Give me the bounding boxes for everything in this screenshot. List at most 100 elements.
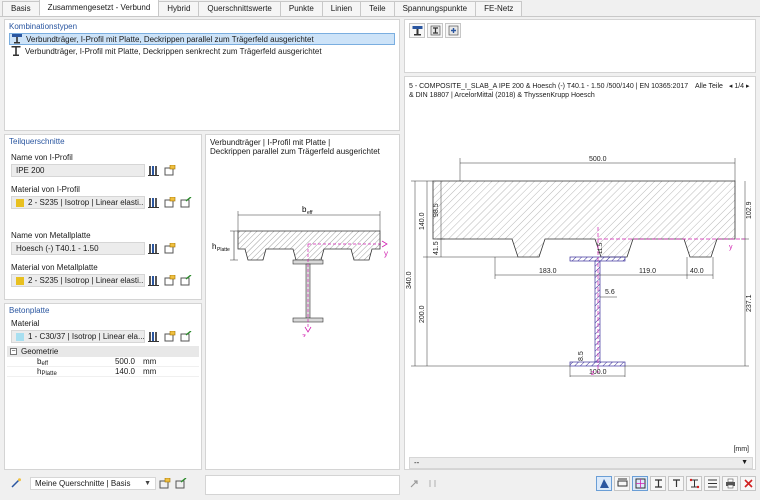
mat-blech-value: 2 - S235 | Isotrop | Linear elasti... xyxy=(28,276,145,285)
slab-shape xyxy=(432,180,736,258)
show-centroid-button[interactable] xyxy=(632,476,648,491)
tab-spannungspunkte[interactable]: Spannungspunkte xyxy=(393,1,477,16)
add-part-button[interactable] xyxy=(445,23,461,38)
rotate-icon-button[interactable] xyxy=(424,476,440,491)
library-button[interactable] xyxy=(147,196,161,209)
collapse-icon[interactable]: − xyxy=(10,348,17,355)
mat-iprofil-select[interactable]: 2 - S235 | Isotrop | Linear elasti... ▼ xyxy=(11,196,145,209)
hplatte-value[interactable]: 140.0 xyxy=(83,367,139,376)
edit-button[interactable] xyxy=(163,242,177,255)
beff-unit: mm xyxy=(143,357,157,366)
dim-500: 500.0 xyxy=(589,156,607,163)
new-button[interactable] xyxy=(163,274,177,287)
kombi-item-senkrecht[interactable]: Verbundträger, I-Profil mit Platte, Deck… xyxy=(9,45,395,57)
composite-beam-icon xyxy=(12,34,22,44)
edit-button[interactable] xyxy=(179,196,193,209)
tab-querschnittswerte[interactable]: Querschnittswerte xyxy=(198,1,281,16)
drawing-select[interactable]: -- ▼ xyxy=(409,457,753,469)
beff-sub: eff xyxy=(307,210,313,216)
geometrie-header[interactable]: − Geometrie xyxy=(7,346,199,357)
i-profile-button[interactable] xyxy=(427,23,443,38)
drawing-select-value: -- xyxy=(414,458,420,467)
web xyxy=(594,260,601,363)
mat-blech-select[interactable]: 2 - S235 | Isotrop | Linear elasti... ▼ xyxy=(11,274,145,287)
name-blech-label: Name von Metallplatte xyxy=(11,231,91,240)
dim-41-5: 41.5 xyxy=(433,241,440,255)
show-t-button[interactable] xyxy=(668,476,684,491)
dim-200: 200.0 xyxy=(419,305,426,323)
mat-blech-label: Material von Metallplatte xyxy=(11,263,98,272)
schema-caption-line1: Verbundträger | I-Profil mit Platte | xyxy=(210,138,331,147)
library-icon xyxy=(148,332,159,342)
library-icon xyxy=(148,166,159,176)
dim-102-9: 102.9 xyxy=(746,201,753,219)
edit-section-icon xyxy=(164,243,176,254)
stress-points-icon xyxy=(689,478,699,489)
grid-button[interactable] xyxy=(704,476,720,491)
centroid-icon xyxy=(635,478,645,489)
edit-section-icon xyxy=(164,165,176,176)
dim-11-5: 11.5 xyxy=(598,242,604,254)
composite-beam-icon xyxy=(11,46,21,56)
tab-punkte[interactable]: Punkte xyxy=(279,1,323,16)
beton-mat-select[interactable]: 1 - C30/37 | Isotrop | Linear ela... ▼ xyxy=(11,330,145,343)
new-material-icon xyxy=(164,275,176,286)
betonplatte-panel: Betonplatte Material 1 - C30/37 | Isotro… xyxy=(4,303,202,470)
new-button[interactable] xyxy=(163,196,177,209)
zoom-icon-button[interactable] xyxy=(406,476,422,491)
mat-iprofil-value: 2 - S235 | Isotrop | Linear elasti... xyxy=(28,198,145,207)
section-wizard-button[interactable] xyxy=(8,477,24,490)
teilquerschnitte-panel: Teilquerschnitte Name von I-Profil IPE 2… xyxy=(4,134,202,300)
name-iprofil-field[interactable]: IPE 200 xyxy=(11,164,145,177)
tab-basis[interactable]: Basis xyxy=(2,1,40,16)
top-flange xyxy=(569,256,626,262)
tab-teile[interactable]: Teile xyxy=(360,1,395,16)
betonplatte-title: Betonplatte xyxy=(9,306,50,315)
show-i-button[interactable] xyxy=(650,476,666,491)
library-button[interactable] xyxy=(147,242,161,255)
unit-label: [mm] xyxy=(733,446,749,453)
new-material-icon xyxy=(164,197,176,208)
print-button[interactable] xyxy=(722,476,738,491)
z-axis-label: z xyxy=(302,332,306,337)
move-icon xyxy=(410,480,418,488)
tab-linien[interactable]: Linien xyxy=(321,1,362,16)
show-stress-points-button[interactable] xyxy=(686,476,702,491)
load-section-button[interactable] xyxy=(174,477,188,490)
name-iprofil-label: Name von I-Profil xyxy=(11,153,73,162)
schema-caption-line2: Deckrippen parallel zum Trägerfeld ausge… xyxy=(210,147,380,156)
kombinationstypen-panel: Kombinationstypen Verbundträger, I-Profi… xyxy=(4,19,400,131)
tab-fe-netz[interactable]: FE-Netz xyxy=(475,1,523,16)
tab-bar: Basis Zusammengesetzt - Verbund Hybrid Q… xyxy=(0,0,760,17)
save-section-button[interactable] xyxy=(158,477,172,490)
library-button[interactable] xyxy=(147,274,161,287)
name-blech-field[interactable]: Hoesch (-) T40.1 - 1.50 xyxy=(11,242,145,255)
reset-button[interactable] xyxy=(740,476,756,491)
slab-shape xyxy=(237,230,381,261)
chevron-down-icon: ▼ xyxy=(144,480,151,487)
kombi-item-parallel[interactable]: Verbundträger, I-Profil mit Platte, Deck… xyxy=(9,33,395,45)
dim-340: 340.0 xyxy=(406,271,413,289)
i-profile-icon xyxy=(654,479,662,488)
beff-value[interactable]: 500.0 xyxy=(83,357,139,366)
tab-hybrid[interactable]: Hybrid xyxy=(158,1,200,16)
dims-button[interactable] xyxy=(614,476,630,491)
composite-type-button[interactable] xyxy=(409,23,425,38)
meine-querschnitte-select[interactable]: Meine Querschnitte | Basis ▼ xyxy=(30,477,156,490)
y-axis-arrow xyxy=(381,240,388,248)
edit-material-icon xyxy=(180,197,192,208)
kombinationstypen-title: Kombinationstypen xyxy=(9,22,78,31)
edit-button[interactable] xyxy=(163,164,177,177)
new-button[interactable] xyxy=(163,330,177,343)
edit-button[interactable] xyxy=(179,274,193,287)
library-button[interactable] xyxy=(147,164,161,177)
tab-zusammengesetzt-verbund[interactable]: Zusammengesetzt - Verbund xyxy=(38,0,160,16)
printer-icon xyxy=(725,478,735,489)
drawing-panel: 5 - COMPOSITE_I_SLAB_A IPE 200 & Hoesch … xyxy=(404,76,756,470)
kombi-item-label: Verbundträger, I-Profil mit Platte, Deck… xyxy=(25,46,322,56)
edit-button[interactable] xyxy=(179,330,193,343)
dim-237-1: 237.1 xyxy=(746,294,753,312)
view-options-button[interactable] xyxy=(596,476,612,491)
library-button[interactable] xyxy=(147,330,161,343)
right-top-toolbar xyxy=(404,19,756,73)
